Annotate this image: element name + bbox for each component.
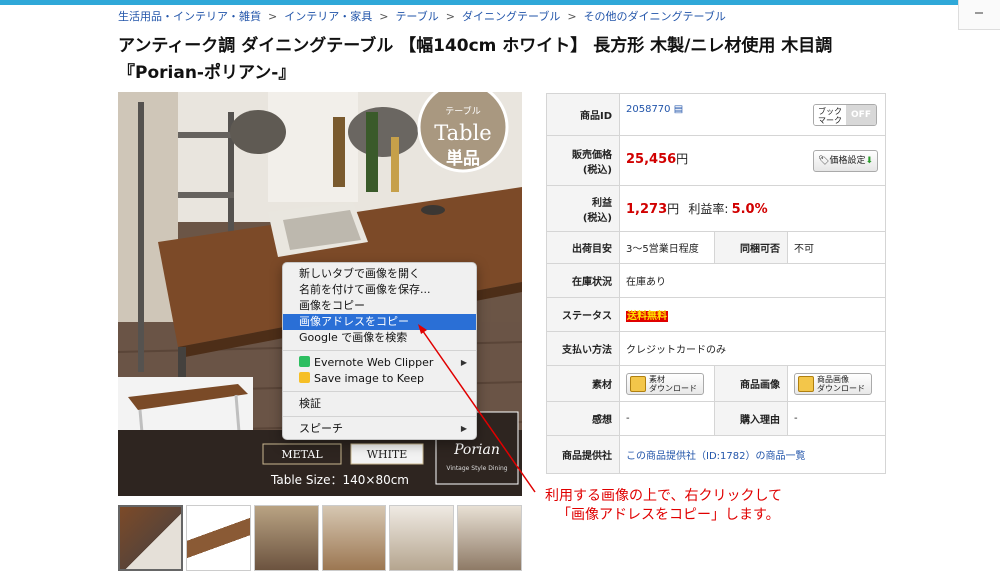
annotation-text: 利用する画像の上で、右クリックして 「画像アドレスをコピー」します。: [545, 487, 782, 525]
annotation-line-2: 「画像アドレスをコピー」します。: [557, 507, 780, 523]
annotation-arrow: [418, 324, 536, 493]
annotation-line-1: 利用する画像の上で、右クリックして: [545, 488, 783, 504]
